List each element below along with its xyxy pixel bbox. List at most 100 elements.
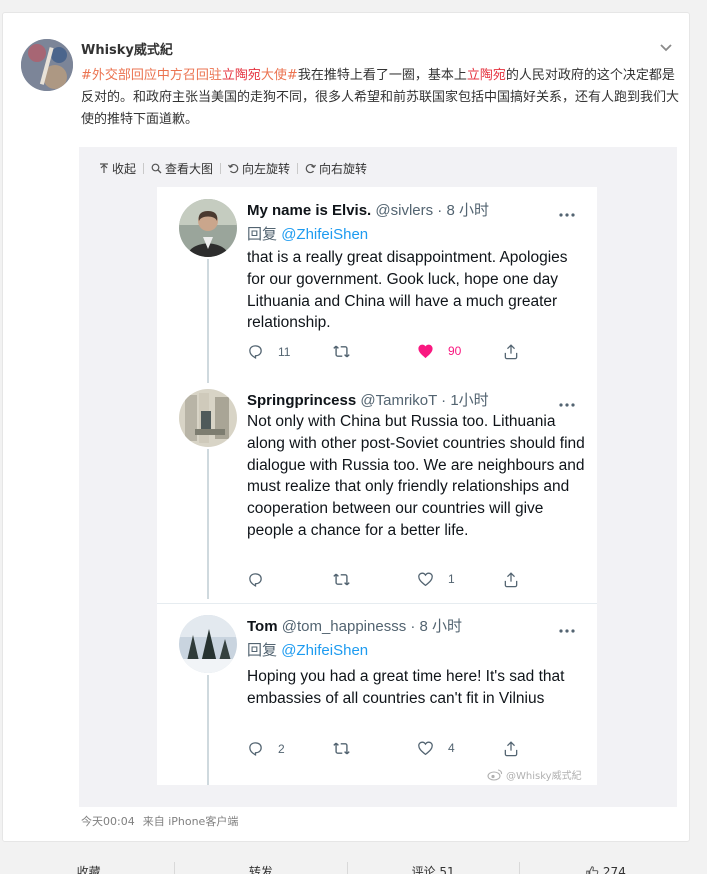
tweet-text: Hoping you had a great time here! It's s…: [247, 668, 565, 707]
post-text: #外交部回应中方召回驻立陶宛大使#我在推特上看了一圈，基本上立陶宛的人民对政府的…: [81, 65, 679, 131]
tweet-header: Tom @tom_happinesss · 8 小时: [247, 615, 462, 636]
collapse-icon: [100, 162, 108, 173]
like-button[interactable]: 1: [417, 571, 455, 587]
share-button[interactable]: [503, 343, 519, 360]
collapse-label: 收起: [112, 161, 137, 176]
tweet-screenshot[interactable]: My name is Elvis. @sivlers · 8 小时 回复 @Zh…: [157, 187, 597, 785]
chevron-down-icon[interactable]: [656, 37, 676, 57]
reply-icon: [249, 345, 262, 359]
comment-button[interactable]: 评论 51: [348, 863, 519, 874]
repost-button[interactable]: 转发: [175, 863, 346, 874]
retweet-button[interactable]: [332, 571, 365, 588]
reply-count: 2: [278, 741, 285, 756]
heart-outline-icon: [418, 572, 433, 587]
share-icon: [504, 741, 518, 757]
reply-prefix: 回复: [247, 226, 278, 243]
repost-label: 转发: [248, 865, 273, 874]
retweet-icon: [333, 742, 350, 755]
toolbar-divider: [297, 162, 299, 174]
rotate-left-label: 向左旋转: [242, 161, 291, 176]
watermark: @Whisky威式紀: [487, 767, 582, 782]
like-button[interactable]: 274: [520, 865, 691, 874]
retweet-button[interactable]: [332, 343, 365, 360]
topic-link[interactable]: #外交部回应中方召回驻: [81, 68, 222, 83]
tweet-avatar: [179, 615, 237, 673]
tweet-handle-time: @sivlers · 8 小时: [375, 202, 489, 219]
rotate-right-icon: [305, 163, 317, 173]
heart-outline-icon: [418, 741, 433, 756]
media-viewer: 收起 查看大图 向左旋转 向右旋转 My name is Elvis. @siv…: [79, 147, 677, 807]
more-icon[interactable]: [557, 203, 577, 217]
share-icon: [504, 344, 518, 360]
like-count: 1: [448, 572, 455, 586]
reply-mention-link[interactable]: @ZhifeiShen: [281, 642, 368, 659]
rotate-right-button[interactable]: 向右旋转: [305, 160, 367, 177]
retweet-icon: [333, 345, 350, 358]
media-toolbar: 收起 查看大图 向左旋转 向右旋转: [99, 160, 367, 177]
tweet-avatar: [179, 389, 237, 447]
heart-filled-icon: [418, 344, 433, 359]
thread-line: [207, 675, 209, 785]
rotate-left-button[interactable]: 向左旋转: [228, 160, 290, 177]
toolbar-divider: [220, 162, 222, 174]
topic-link[interactable]: 大使#: [261, 68, 298, 83]
tweet-author-name[interactable]: Tom: [247, 618, 278, 635]
like-count: 274: [602, 864, 626, 874]
reply-to: 回复 @ZhifeiShen: [247, 639, 368, 660]
tweet-avatar: [179, 199, 237, 257]
post-time[interactable]: 今天00:04: [81, 813, 135, 829]
tweet-divider: [157, 603, 597, 604]
tweet-handle-time: @tom_happinesss · 8 小时: [281, 618, 463, 635]
reply-icon: [249, 742, 262, 756]
weibo-logo-icon: [487, 769, 503, 781]
reply-button[interactable]: [247, 571, 278, 588]
share-button[interactable]: [503, 571, 519, 588]
tweet-text: that is a really great disappointment. A…: [247, 249, 568, 332]
magnifier-icon: [151, 163, 162, 173]
more-icon[interactable]: [557, 619, 577, 633]
weibo-post-card: Whisky威式紀 #外交部回应中方召回驻立陶宛大使#我在推特上看了一圈，基本上…: [2, 12, 690, 874]
post-meta: 今天00:04 来自 iPhone客户端: [81, 813, 238, 829]
reply-button[interactable]: 11: [247, 343, 290, 360]
rotate-right-label: 向右旋转: [319, 161, 368, 176]
tweet-author-name[interactable]: Springprincess: [247, 392, 356, 409]
post-source[interactable]: 来自 iPhone客户端: [143, 813, 239, 829]
thumbs-up-icon: [586, 865, 599, 874]
like-count: 4: [448, 741, 455, 755]
reply-to: 回复 @ZhifeiShen: [247, 223, 368, 244]
collapse-button[interactable]: 收起: [99, 160, 136, 177]
reply-button[interactable]: 2: [247, 740, 285, 757]
more-icon[interactable]: [557, 393, 577, 407]
tweet-handle-time: @TamrikoT · 1小时: [360, 392, 489, 409]
retweet-button[interactable]: [332, 740, 365, 757]
reply-count: 11: [278, 344, 291, 359]
like-button[interactable]: 90: [417, 343, 461, 359]
post-text-segment: 我在推特上看了一圈，基本上: [297, 68, 467, 83]
tweet-author-name[interactable]: My name is Elvis.: [247, 202, 371, 219]
toolbar-divider: [143, 162, 145, 174]
view-large-button[interactable]: 查看大图: [151, 160, 213, 177]
tweet-text: Not only with China but Russia too. Lith…: [247, 413, 585, 539]
rotate-left-icon: [228, 163, 239, 173]
retweet-icon: [333, 573, 350, 586]
favorite-button[interactable]: 收藏: [3, 863, 174, 874]
post-actions-bar: 收藏 转发 评论 51 274: [3, 856, 691, 874]
keyword-highlight[interactable]: 立陶宛: [467, 68, 506, 83]
like-button[interactable]: 4: [417, 740, 455, 756]
avatar[interactable]: [21, 39, 73, 91]
keyword-highlight[interactable]: 立陶宛: [222, 68, 261, 83]
favorite-label: 收藏: [76, 865, 101, 874]
tweet-header: My name is Elvis. @sivlers · 8 小时: [247, 199, 489, 220]
share-button[interactable]: [503, 740, 519, 757]
like-count: 90: [448, 344, 462, 358]
watermark-text: @Whisky威式紀: [506, 771, 582, 782]
comment-label: 评论 51: [411, 865, 455, 874]
reply-icon: [249, 573, 262, 587]
reply-prefix: 回复: [247, 642, 278, 659]
share-icon: [504, 572, 518, 588]
reply-mention-link[interactable]: @ZhifeiShen: [281, 226, 368, 243]
tweet-header: Springprincess @TamrikoT · 1小时: [247, 389, 489, 410]
username[interactable]: Whisky威式紀: [81, 39, 173, 58]
thread-line: [207, 449, 209, 599]
thread-line: [207, 259, 209, 383]
